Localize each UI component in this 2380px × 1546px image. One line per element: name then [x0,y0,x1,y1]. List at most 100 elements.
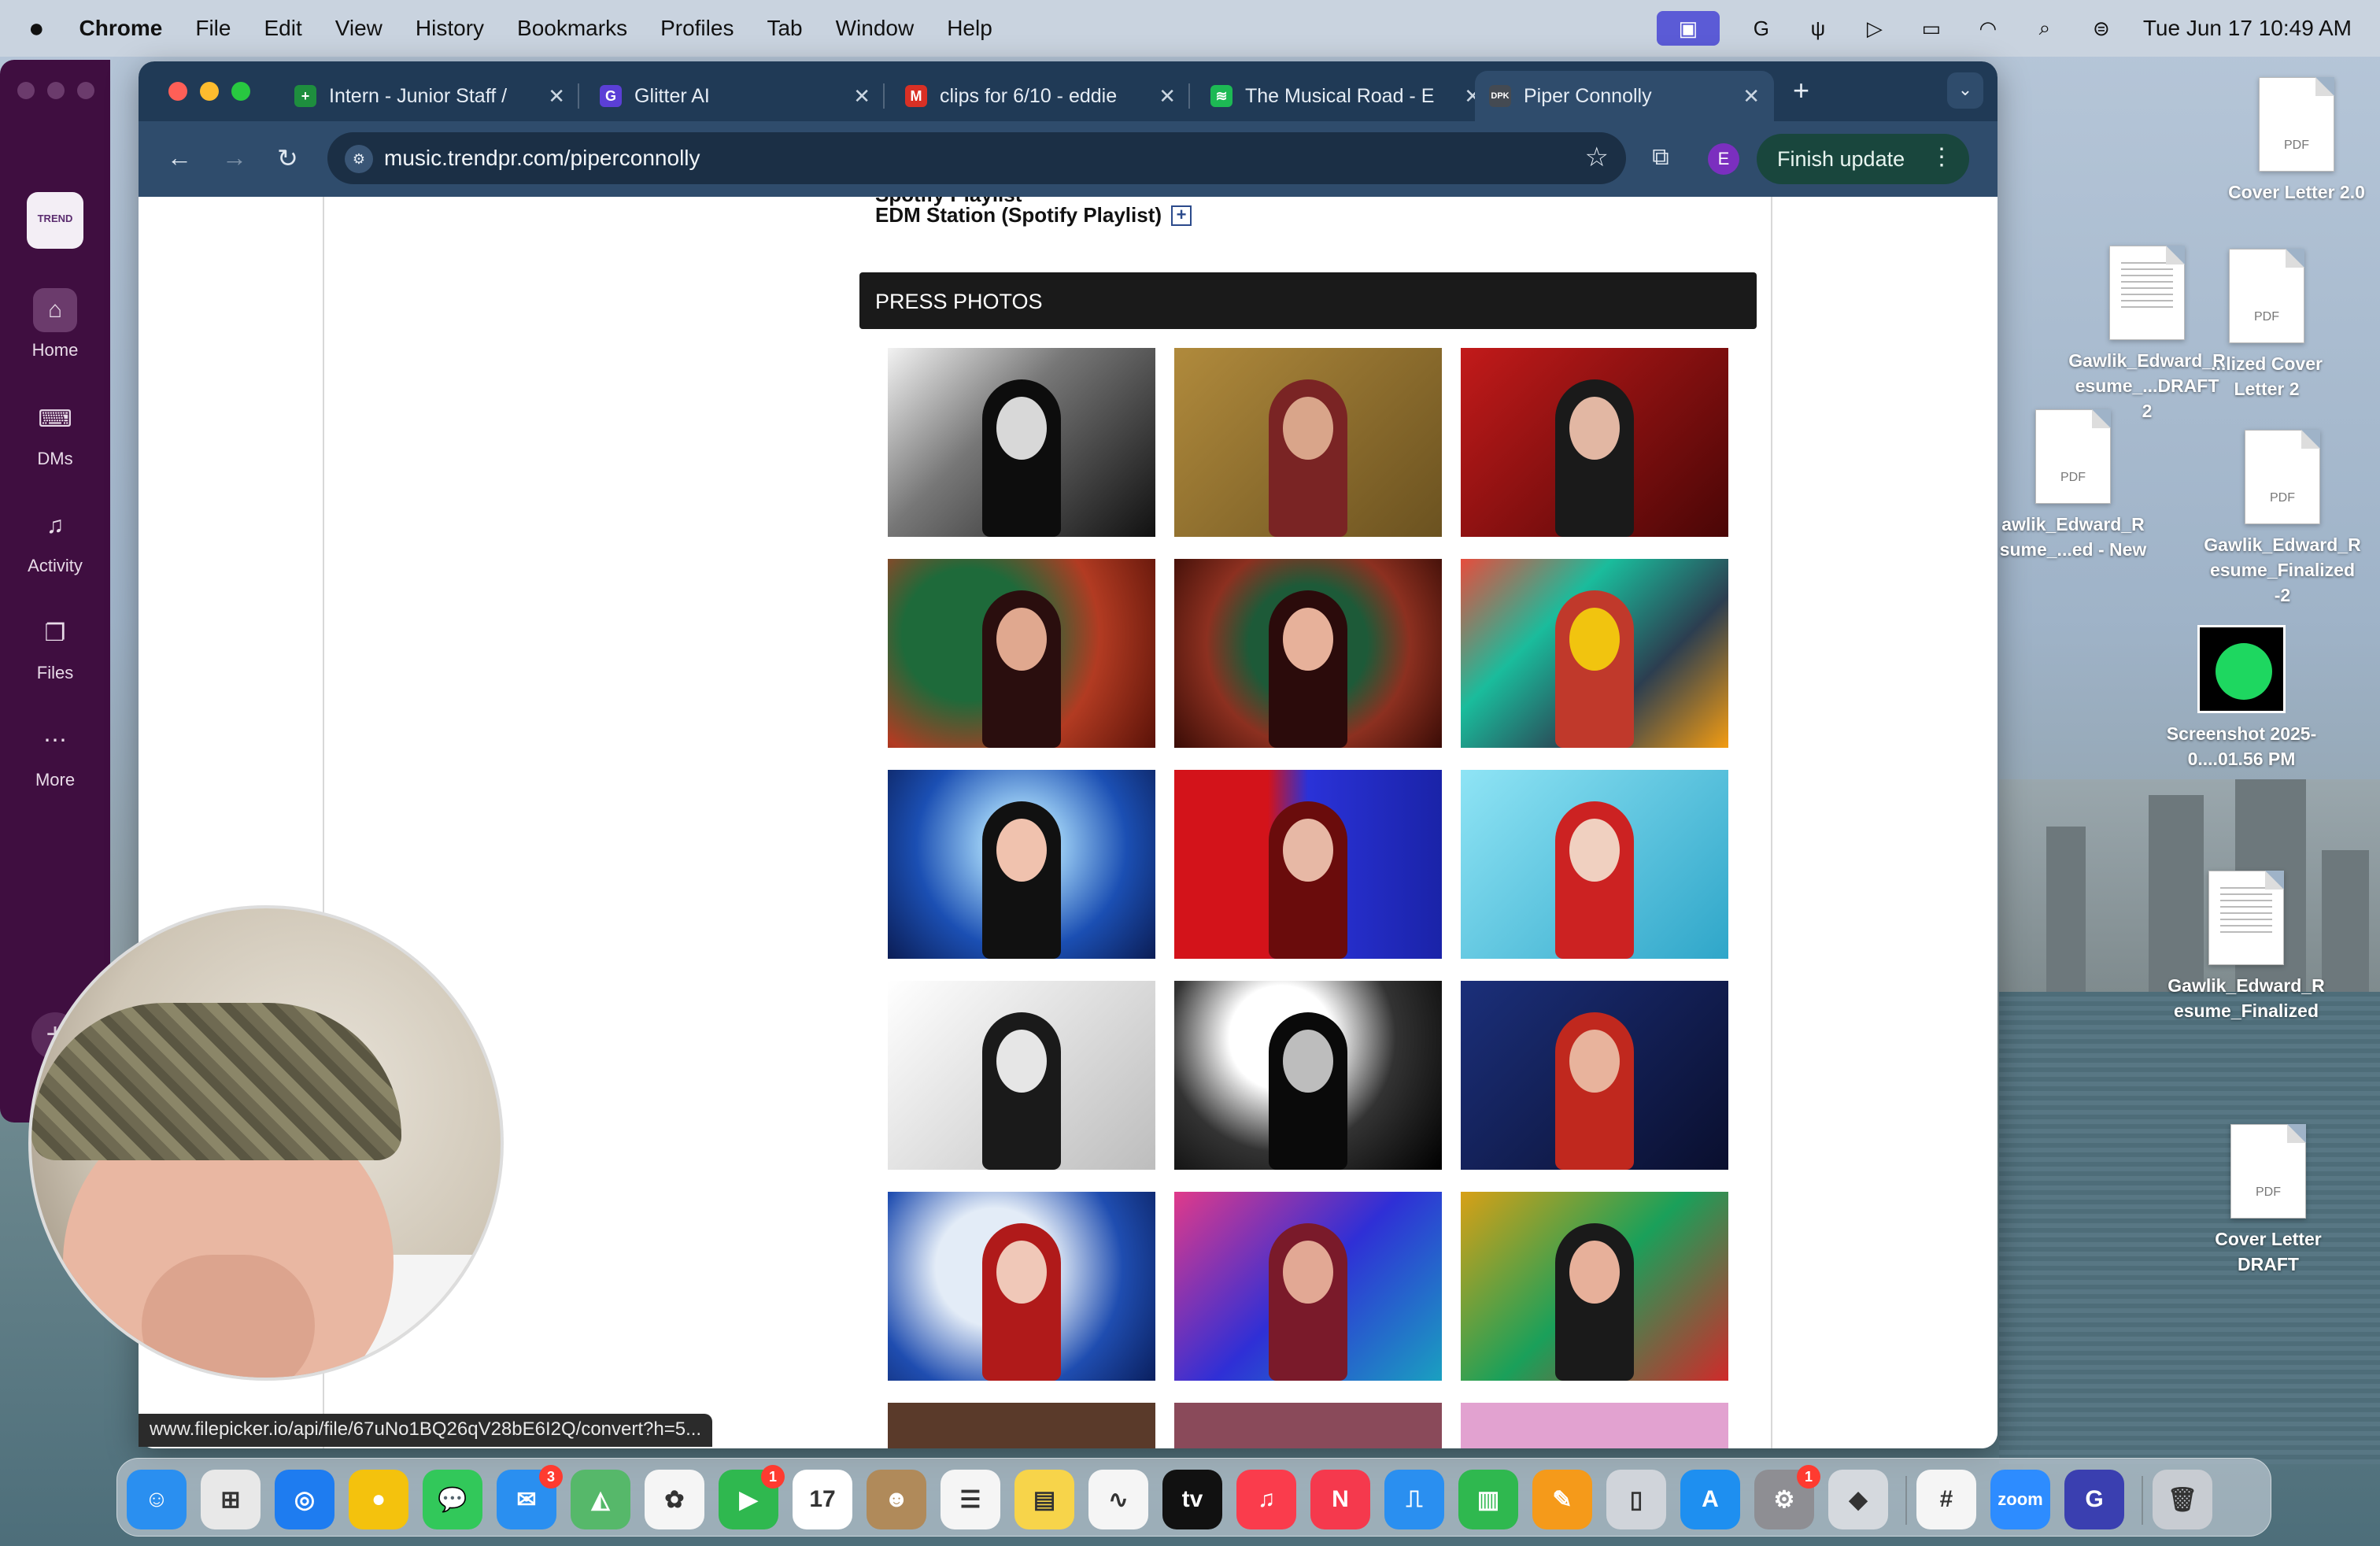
spotlight-search-icon[interactable]: ⌕ [2030,16,2060,40]
edm-station-link[interactable]: EDM Station (Spotify Playlist) + [875,203,1192,227]
menu-app-name[interactable]: Chrome [79,16,163,41]
press-photo[interactable] [888,559,1155,748]
press-photo[interactable] [888,770,1155,959]
fork-knife-icon[interactable]: ψ [1803,17,1833,40]
desktop-file-icon[interactable]: PDF Cover Letter 2.0 [2218,77,2375,205]
expand-plus-icon[interactable]: + [1171,205,1192,226]
battery-icon[interactable]: ▭ [1916,17,1946,40]
menu-history[interactable]: History [416,16,484,41]
app-store-icon[interactable]: A [1680,1470,1740,1529]
press-photo[interactable] [1461,981,1728,1170]
close-window-button[interactable] [168,82,187,101]
desktop-file-icon[interactable]: Gawlik_Edward_R esume_Finalized [2168,871,2325,1023]
calendar-icon[interactable]: 17 [793,1470,852,1529]
freeform-icon[interactable]: ∿ [1088,1470,1148,1529]
menu-edit[interactable]: Edit [264,16,301,41]
tab-search-button[interactable]: ⌄ [1947,72,1983,109]
play-circle-icon[interactable]: ▷ [1860,17,1890,40]
pages-icon[interactable]: ✎ [1532,1470,1592,1529]
workspace-logo[interactable]: TREND [27,192,83,249]
browser-tab[interactable]: ≋ The Musical Road - E ✕ [1196,71,1495,121]
launchpad-icon[interactable]: ⊞ [201,1470,261,1529]
press-photo[interactable] [1174,348,1442,537]
back-arrow-icon[interactable]: ← [167,143,192,172]
apple-icon[interactable]: ● [28,13,45,44]
press-photo[interactable] [888,1403,1155,1448]
news-icon[interactable]: N [1310,1470,1370,1529]
notes-icon[interactable]: ▤ [1014,1470,1074,1529]
menu-tab[interactable]: Tab [767,16,802,41]
press-photo[interactable] [1174,770,1442,959]
press-photo[interactable] [1174,559,1442,748]
facetime-icon[interactable]: ▶ 1 [719,1465,785,1529]
maps-icon[interactable]: ◭ [571,1470,630,1529]
wifi-icon[interactable]: ◠ [1973,17,2003,40]
press-photo[interactable] [1461,1192,1728,1381]
desktop-file-icon[interactable]: PDF ...lized Cover Letter 2 [2188,249,2345,401]
kebab-menu-icon[interactable]: ⋮ [1930,143,1953,171]
contacts-icon[interactable]: ☻ [867,1470,926,1529]
slack-nav-more[interactable]: ⋯ More [0,718,110,790]
forward-arrow-icon[interactable]: → [222,143,247,172]
press-photo[interactable] [1461,559,1728,748]
reminders-icon[interactable]: ☰ [941,1470,1000,1529]
address-bar[interactable]: ⚙ music.trendpr.com/piperconnolly ☆ [327,132,1626,184]
music-icon[interactable]: ♫ [1236,1470,1296,1529]
screen-share-icon[interactable]: ▣ [1656,11,1720,46]
desktop-file-icon[interactable]: PDF Cover Letter DRAFT [2190,1124,2347,1277]
press-photo[interactable] [888,348,1155,537]
trash-icon[interactable]: 🗑 [2153,1470,2212,1529]
extensions-puzzle-icon[interactable]: ⧉ [1642,139,1680,176]
glitter-icon[interactable]: G [2064,1470,2124,1529]
messages-icon[interactable]: 💬 [423,1470,482,1529]
menu-file[interactable]: File [195,16,231,41]
profile-avatar[interactable]: E [1708,143,1739,175]
chrome-icon[interactable]: ● [349,1470,408,1529]
mail-icon[interactable]: ✉ 3 [497,1465,563,1529]
numbers-icon[interactable]: ▥ [1458,1470,1518,1529]
slack-nav-files[interactable]: ❐ Files [0,611,110,683]
press-photo[interactable] [888,981,1155,1170]
zoom-window-button[interactable] [231,82,250,101]
site-info-icon[interactable]: ⚙ [345,145,373,173]
webcam-overlay[interactable] [28,905,504,1381]
menu-profiles[interactable]: Profiles [660,16,734,41]
menu-bar-clock[interactable]: Tue Jun 17 10:49 AM [2143,16,2352,41]
zoom-icon[interactable]: zoom [1990,1470,2050,1529]
bookmark-star-icon[interactable]: ☆ [1585,142,1609,173]
photos-icon[interactable]: ✿ [645,1470,704,1529]
slack-nav-dms[interactable]: ⌨ DMs [0,397,110,469]
slack-nav-home[interactable]: ⌂ Home [0,288,110,361]
keynote-icon[interactable]: ⎍ [1384,1470,1444,1529]
browser-tab[interactable]: + Intern - Junior Staff / ✕ [280,71,579,121]
press-photo[interactable] [888,1192,1155,1381]
slack-icon[interactable]: # [1916,1470,1976,1529]
press-photo[interactable] [1461,348,1728,537]
finder-icon[interactable]: ☺ [127,1470,187,1529]
menu-bookmarks[interactable]: Bookmarks [517,16,627,41]
new-tab-button[interactable]: + [1793,74,1809,107]
reload-icon[interactable]: ↻ [277,143,298,173]
safari-icon[interactable]: ◎ [275,1470,334,1529]
desktop-file-icon[interactable]: PDF awlik_Edward_R sume_...ed - New [1994,409,2152,562]
roblox-icon[interactable]: ◆ [1828,1470,1888,1529]
desktop-file-icon[interactable]: PDF Gawlik_Edward_R esume_Finalized -2 [2204,430,2361,608]
desktop-file-icon[interactable]: Screenshot 2025-0....01.56 PM [2163,625,2320,771]
press-photo[interactable] [1174,1403,1442,1448]
close-tab-icon[interactable]: ✕ [548,84,565,109]
close-tab-icon[interactable]: ✕ [853,84,870,109]
close-tab-icon[interactable]: ✕ [1159,84,1176,109]
grammarly-icon[interactable]: G [1746,17,1776,40]
menu-help[interactable]: Help [947,16,992,41]
minimize-window-button[interactable] [200,82,219,101]
finish-update-button[interactable]: Finish update ⋮ [1757,134,1969,184]
control-center-icon[interactable]: ⊜ [2086,17,2116,40]
browser-tab[interactable]: M clips for 6/10 - eddie ✕ [891,71,1190,121]
iphone-mirroring-icon[interactable]: ▯ [1606,1470,1666,1529]
tv-icon[interactable]: tv [1162,1470,1222,1529]
menu-window[interactable]: Window [836,16,915,41]
menu-view[interactable]: View [335,16,382,41]
browser-tab-active[interactable]: DPK Piper Connolly ✕ [1475,71,1774,121]
browser-tab[interactable]: G Glitter AI ✕ [586,71,885,121]
press-photo[interactable] [1461,1403,1728,1448]
